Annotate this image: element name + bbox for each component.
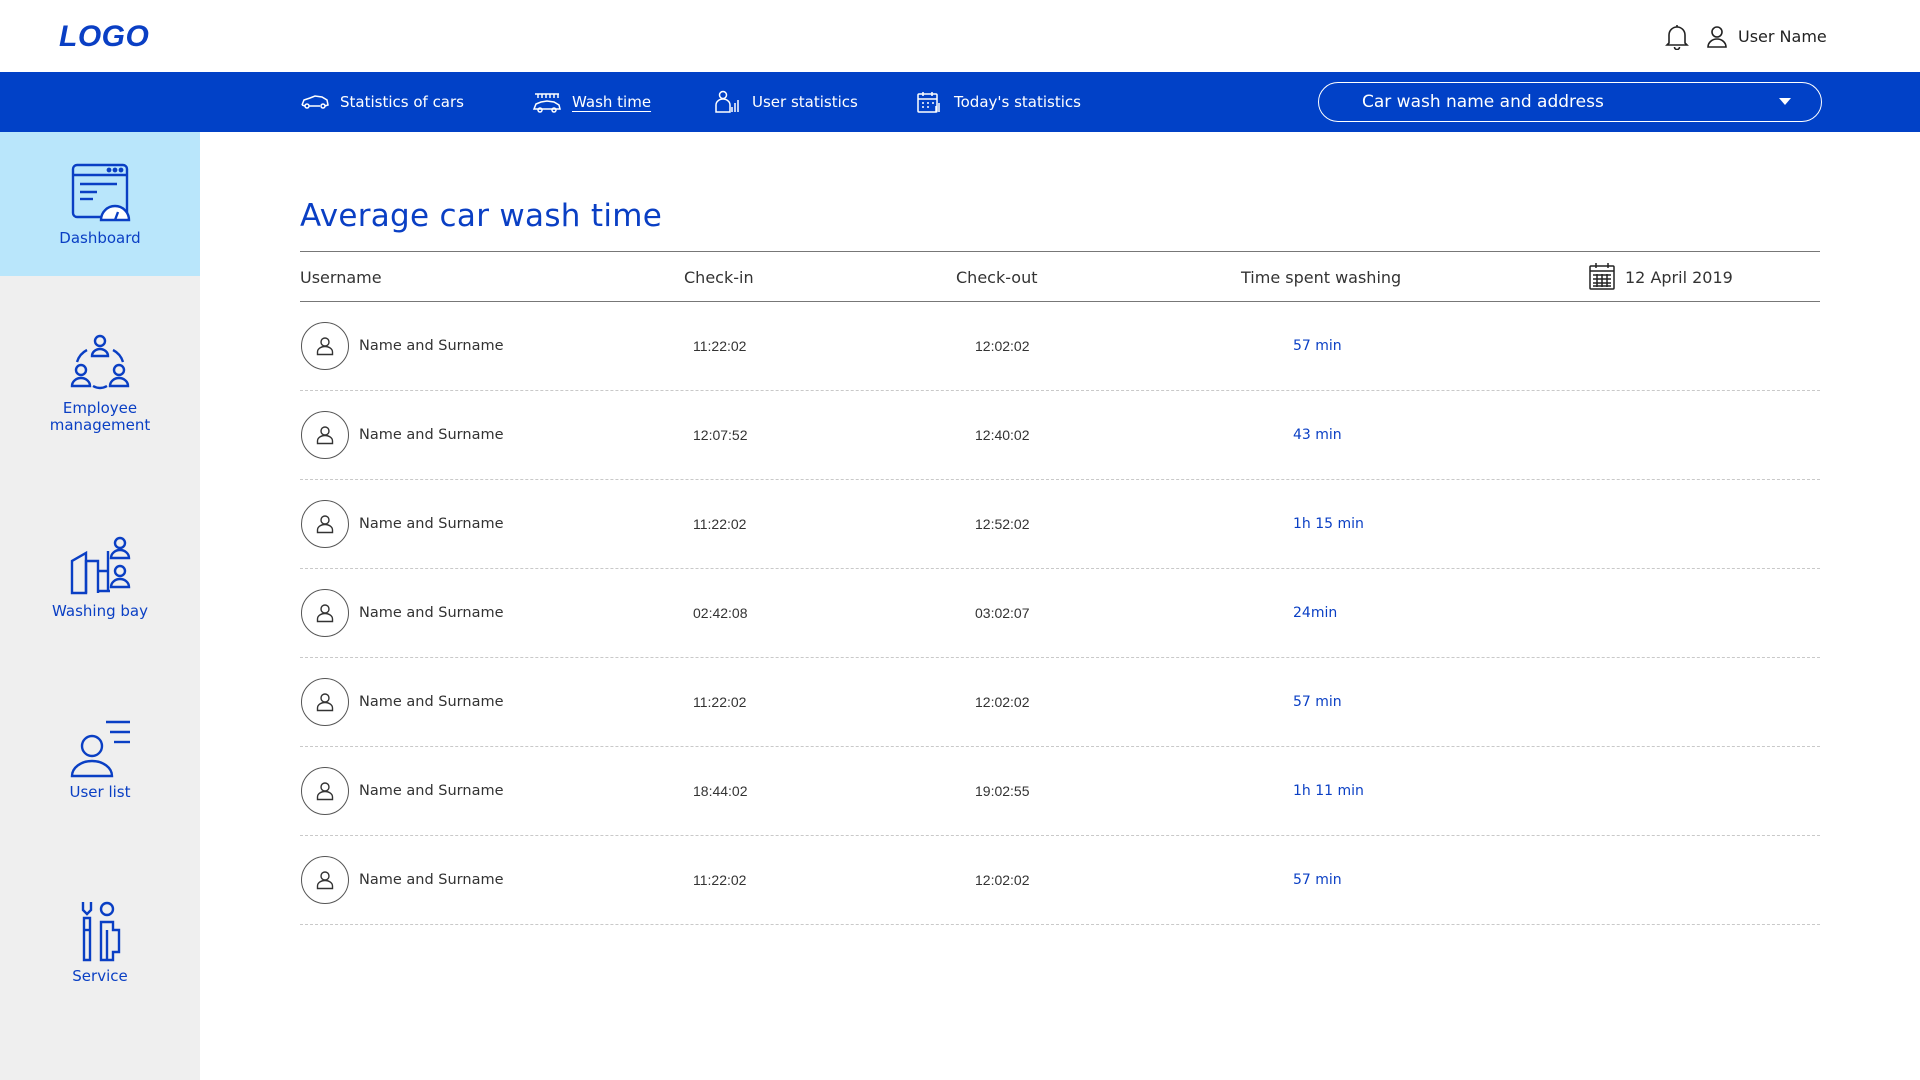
sidebar: Dashboard Employee management Washing ba… [0,132,200,1080]
car-wash-icon [532,93,561,113]
user-name-cell: Name and Surname [359,516,504,532]
user-icon [316,604,334,623]
table-header: Username Check-in Check-out Time spent w… [300,251,1820,302]
checkout-cell: 12:02:02 [975,338,1030,354]
calendar-icon[interactable] [1589,262,1615,290]
sidebar-item-label: User list [69,783,131,801]
user-icon [316,426,334,445]
checkout-cell: 12:52:02 [975,516,1030,532]
dashboard-icon [71,163,131,222]
column-checkout: Check-out [956,268,1038,287]
user-name-cell: Name and Surname [359,427,504,443]
date-filter[interactable]: 12 April 2019 [1625,268,1733,287]
sidebar-item-user-list[interactable]: User list [0,718,200,801]
column-username: Username [300,268,382,287]
user-name-cell: Name and Surname [359,694,504,710]
nav-label: Today's statistics [954,93,1081,111]
user-icon [316,515,334,534]
nav-wash-time[interactable]: Wash time [532,72,651,132]
checkin-cell: 11:22:02 [693,694,747,710]
sidebar-item-label: Washing bay [52,602,148,620]
logo[interactable]: LOGO [59,20,149,54]
checkout-cell: 12:02:02 [975,872,1030,888]
avatar [301,411,349,459]
avatar [301,322,349,370]
checkin-cell: 18:44:02 [693,783,748,799]
user-icon [316,871,334,890]
service-tools-icon [81,901,121,962]
user-icon [316,337,334,356]
table-row[interactable]: Name and Surname 12:07:52 12:40:02 43 min [300,391,1820,480]
washing-bay-icon [70,536,131,595]
duration-cell: 57 min [1293,338,1342,354]
duration-cell: 1h 15 min [1293,516,1364,532]
nav-user-statistics[interactable]: User statistics [712,72,858,132]
nav-label: Statistics of cars [340,93,464,111]
checkout-cell: 12:02:02 [975,694,1030,710]
user-name-cell: Name and Surname [359,872,504,888]
user-name-cell: Name and Surname [359,338,504,354]
checkin-cell: 12:07:52 [693,427,748,443]
user-name[interactable]: User Name [1738,27,1827,46]
avatar [301,589,349,637]
sidebar-item-employee-management[interactable]: Employee management [0,332,200,434]
label-line: Employee [62,399,138,417]
nav-statistics-of-cars[interactable]: Statistics of cars [300,72,464,132]
bell-icon[interactable] [1665,24,1689,50]
user-icon [316,782,334,801]
chevron-down-icon [1779,98,1791,105]
sidebar-item-service[interactable]: Service [0,900,200,985]
user-stats-icon [715,90,739,113]
duration-cell: 57 min [1293,872,1342,888]
table-row[interactable]: Name and Surname 18:44:02 19:02:55 1h 11 mi… [300,747,1820,836]
table-row[interactable]: Name and Surname 11:22:02 12:02:02 57 min [300,836,1820,925]
checkin-cell: 11:22:02 [693,338,747,354]
sidebar-item-label: Service [72,967,128,985]
user-name-cell: Name and Surname [359,783,504,799]
team-icon [70,334,130,390]
duration-cell: 1h 11 min [1293,783,1364,799]
avatar [301,500,349,548]
avatar [301,856,349,904]
checkout-cell: 12:40:02 [975,427,1030,443]
table-row[interactable]: Name and Surname 11:22:02 12:02:02 57 min [300,302,1820,391]
page-title: Average car wash time [300,198,663,234]
user-name-cell: Name and Surname [359,605,504,621]
user-icon[interactable] [1706,25,1728,49]
duration-cell: 57 min [1293,694,1342,710]
column-checkin: Check-in [684,268,754,287]
checkin-cell: 11:22:02 [693,872,747,888]
checkout-cell: 03:02:07 [975,605,1030,621]
table-row[interactable]: Name and Surname 11:22:02 12:52:02 1h 15 mi… [300,480,1820,569]
nav-label: Wash time [572,93,652,111]
duration-cell: 24min [1293,605,1338,621]
nav-label: User statistics [752,93,858,111]
carwash-select[interactable]: Car wash name and address [1318,82,1822,122]
checkin-cell: 11:22:02 [693,516,747,532]
sidebar-item-washing-bay[interactable]: Washing bay [0,535,200,620]
avatar [301,678,349,726]
user-icon [316,693,334,712]
label-line: management [49,416,151,434]
sidebar-item-label: Dashboard [59,229,141,247]
user-list-icon [70,720,130,778]
checkin-cell: 02:42:08 [693,605,748,621]
car-icon [301,95,329,109]
checkout-cell: 19:02:55 [975,783,1030,799]
calendar-stats-icon [917,92,940,113]
nav-todays-statistics[interactable]: Today's statistics [914,72,1081,132]
column-time-spent: Time spent washing [1241,268,1402,287]
table-row[interactable]: Name and Surname 02:42:08 03:02:07 24min [300,569,1820,658]
sidebar-item-label: Employee management [50,400,150,434]
sidebar-item-dashboard[interactable]: Dashboard [0,132,200,276]
table-row[interactable]: Name and Surname 11:22:02 12:02:02 57 min [300,658,1820,747]
app-header: LOGO User Name [0,0,1920,72]
carwash-select-value: Car wash name and address [1362,92,1604,112]
avatar [301,767,349,815]
duration-cell: 43 min [1293,427,1342,443]
